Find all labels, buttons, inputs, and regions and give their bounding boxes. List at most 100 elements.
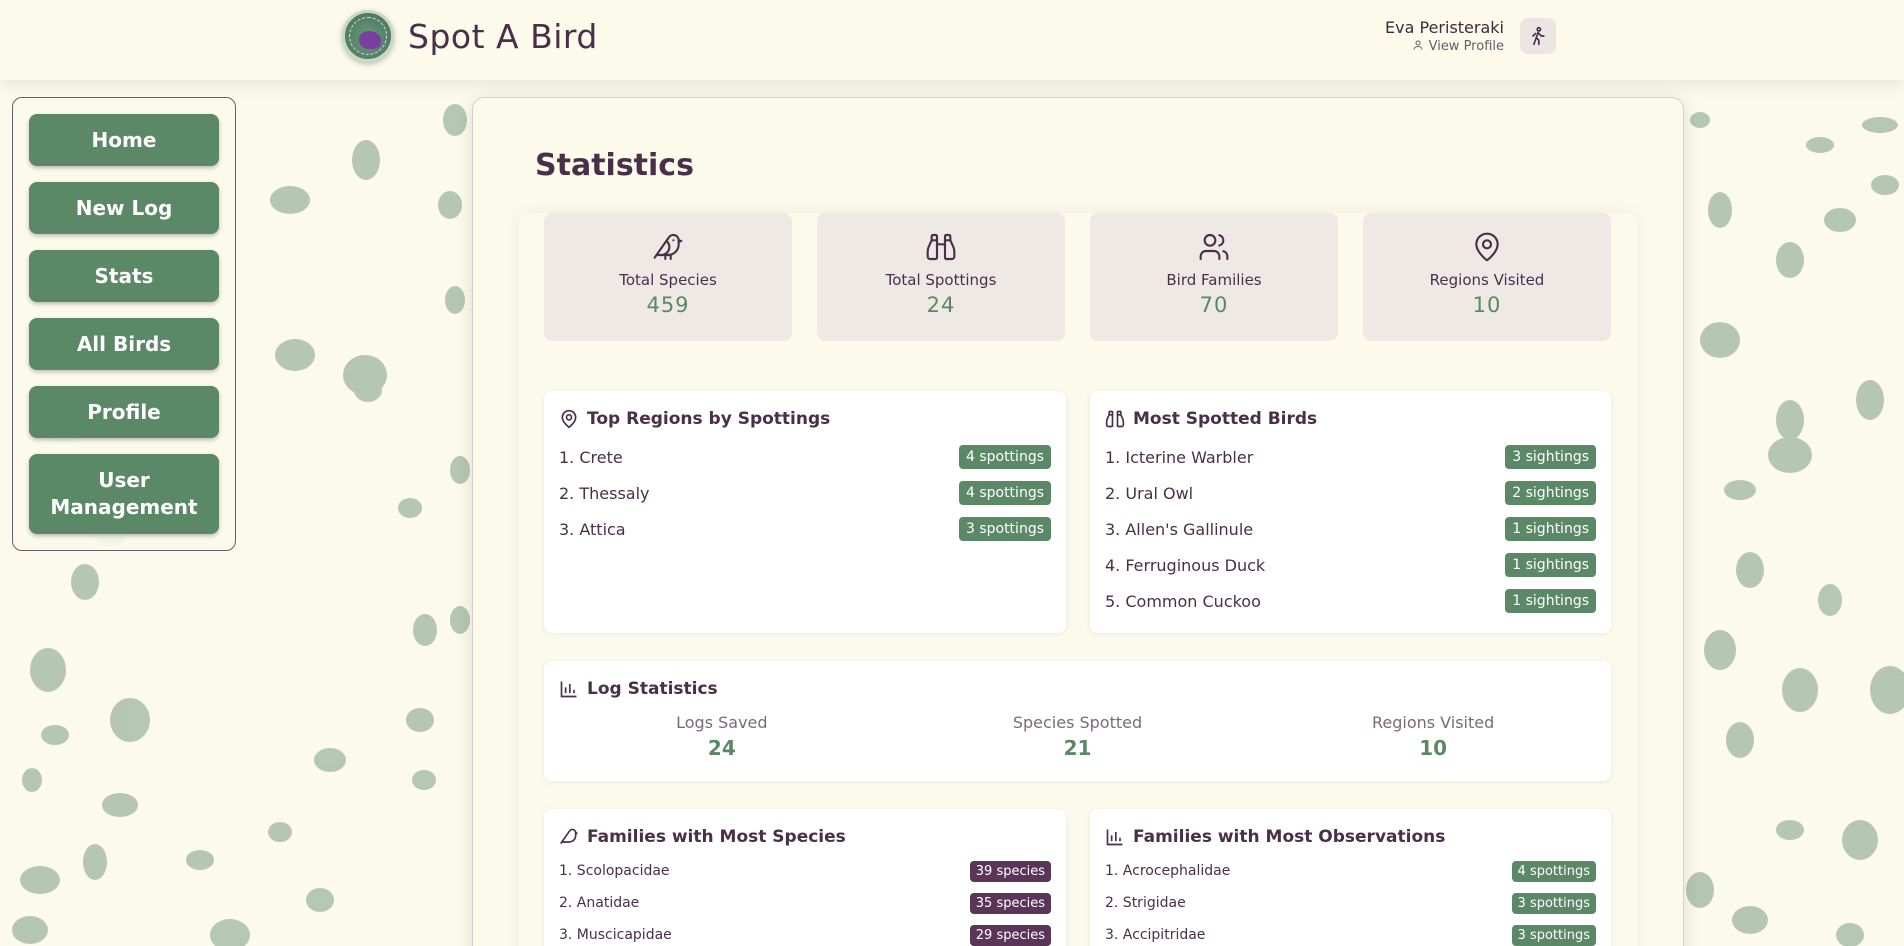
map-pin-icon [1475, 232, 1499, 262]
count-badge: 3 spottings [1511, 924, 1596, 946]
log-stat-value: 10 [1419, 736, 1448, 760]
list-item: 3. Muscicapidae 29 species [544, 919, 1066, 946]
bird-name: 2. Ural Owl [1105, 483, 1194, 503]
family-name: 1. Scolopacidae [559, 863, 670, 879]
list-item: 2. Anatidae 35 species [544, 887, 1066, 919]
region-name: 1. Crete [559, 447, 623, 467]
sidebar-item-user-management[interactable]: User Management [29, 454, 219, 534]
log-stat-species-spotted: Species Spotted 21 [927, 713, 1227, 760]
stat-value: 459 [646, 293, 690, 317]
bird-icon [653, 233, 683, 261]
users-icon [1199, 233, 1229, 261]
map-pin-icon [561, 409, 577, 429]
log-stat-label: Species Spotted [1012, 713, 1143, 732]
count-badge: 39 species [969, 860, 1051, 882]
count-badge: 1 sightings [1505, 553, 1596, 577]
main-content: Statistics Total Species 459 Total Spott… [472, 97, 1684, 946]
list-item: 3. Allen's Gallinule 1 sightings [1090, 511, 1611, 547]
brand[interactable]: Spot A Bird [342, 10, 598, 62]
count-badge: 29 species [969, 924, 1051, 946]
count-badge: 4 spottings [958, 481, 1051, 505]
page-title: Statistics [535, 148, 694, 183]
stat-label: Regions Visited [1429, 271, 1545, 289]
sidebar-nav: Home New Log Stats All Birds Profile Use… [12, 97, 236, 551]
count-badge: 3 sightings [1505, 445, 1596, 469]
top-header: Spot A Bird Eva Peristeraki View Profile [0, 0, 1904, 80]
panel-title: Most Spotted Birds [1133, 409, 1318, 429]
region-name: 3. Attica [559, 519, 626, 539]
person-icon [1413, 40, 1423, 50]
region-name: 2. Thessaly [559, 483, 650, 503]
stat-card-total-species: Total Species 459 [544, 213, 792, 341]
log-statistics-panel: Log Statistics Logs Saved 24 Species Spo… [544, 661, 1611, 781]
list-item: 4. Ferruginous Duck 1 sightings [1090, 547, 1611, 583]
list-item: 1. Icterine Warbler 3 sightings [1090, 439, 1611, 475]
binoculars-icon [926, 233, 956, 261]
most-spotted-panel: Most Spotted Birds 1. Icterine Warbler 3 … [1090, 391, 1611, 633]
sidebar-item-profile[interactable]: Profile [29, 386, 219, 438]
panel-title: Top Regions by Spottings [587, 409, 831, 429]
stat-value: 10 [1472, 293, 1502, 317]
count-badge: 1 sightings [1505, 517, 1596, 541]
list-item: 2. Ural Owl 2 sightings [1090, 475, 1611, 511]
bird-name: 1. Icterine Warbler [1105, 447, 1254, 467]
sidebar-item-home[interactable]: Home [29, 114, 219, 166]
user-avatar-button[interactable] [1520, 18, 1556, 54]
user-name: Eva Peristeraki [1385, 18, 1504, 37]
stat-label: Total Species [619, 271, 717, 289]
families-observations-panel: Families with Most Observations 1. Acroc… [1090, 809, 1611, 946]
list-item: 2. Thessaly 4 spottings [544, 475, 1066, 511]
sidebar-item-stats[interactable]: Stats [29, 250, 219, 302]
panel-title: Families with Most Observations [1133, 827, 1446, 847]
families-species-panel: Families with Most Species 1. Scolopacid… [544, 809, 1066, 946]
count-badge: 3 spottings [958, 517, 1051, 541]
list-item: 1. Acrocephalidae 4 spottings [1090, 855, 1611, 887]
list-item: 5. Common Cuckoo 1 sightings [1090, 583, 1611, 619]
panel-title: Families with Most Species [587, 827, 846, 847]
bar-chart-icon [560, 681, 577, 698]
stat-card-bird-families: Bird Families 70 [1090, 213, 1338, 341]
count-badge: 1 sightings [1505, 589, 1596, 613]
bar-chart-icon [1106, 829, 1123, 846]
user-info: Eva Peristeraki View Profile [1385, 18, 1504, 54]
view-profile-link[interactable]: View Profile [1385, 39, 1504, 54]
stat-label: Total Spottings [885, 271, 997, 289]
list-item: 2. Strigidae 3 spottings [1090, 887, 1611, 919]
app-logo [342, 10, 394, 62]
log-stat-regions-visited: Regions Visited 10 [1283, 713, 1583, 760]
count-badge: 4 spottings [1511, 860, 1596, 882]
family-name: 2. Anatidae [559, 895, 640, 911]
family-name: 3. Muscicapidae [559, 927, 672, 943]
panel-title: Log Statistics [587, 679, 718, 699]
family-name: 2. Strigidae [1105, 895, 1186, 911]
bird-name: 3. Allen's Gallinule [1105, 519, 1254, 539]
stat-card-total-spottings: Total Spottings 24 [817, 213, 1065, 341]
list-item: 3. Accipitridae 3 spottings [1090, 919, 1611, 946]
bird-name: 5. Common Cuckoo [1105, 591, 1261, 611]
log-stat-label: Logs Saved [676, 713, 768, 732]
log-stat-value: 24 [707, 736, 736, 760]
log-stat-value: 21 [1063, 736, 1092, 760]
stat-value: 70 [1199, 293, 1229, 317]
family-name: 3. Accipitridae [1105, 927, 1206, 943]
stat-label: Bird Families [1166, 271, 1262, 289]
hiker-icon [1532, 26, 1545, 46]
app-title: Spot A Bird [408, 16, 598, 56]
sidebar-item-new-log[interactable]: New Log [29, 182, 219, 234]
count-badge: 35 species [969, 892, 1051, 914]
family-name: 1. Acrocephalidae [1105, 863, 1231, 879]
bird-icon [559, 828, 578, 845]
top-regions-panel: Top Regions by Spottings 1. Crete 4 spott… [544, 391, 1066, 633]
list-item: 1. Crete 4 spottings [544, 439, 1066, 475]
log-stat-logs-saved: Logs Saved 24 [572, 713, 872, 760]
list-item: 3. Attica 3 spottings [544, 511, 1066, 547]
count-badge: 2 sightings [1505, 481, 1596, 505]
count-badge: 4 spottings [958, 445, 1051, 469]
binoculars-icon [1105, 410, 1125, 428]
bird-name: 4. Ferruginous Duck [1105, 555, 1266, 575]
log-stat-label: Regions Visited [1371, 713, 1495, 732]
count-badge: 3 spottings [1511, 892, 1596, 914]
list-item: 1. Scolopacidae 39 species [544, 855, 1066, 887]
sidebar-item-all-birds[interactable]: All Birds [29, 318, 219, 370]
stat-card-regions-visited: Regions Visited 10 [1363, 213, 1611, 341]
